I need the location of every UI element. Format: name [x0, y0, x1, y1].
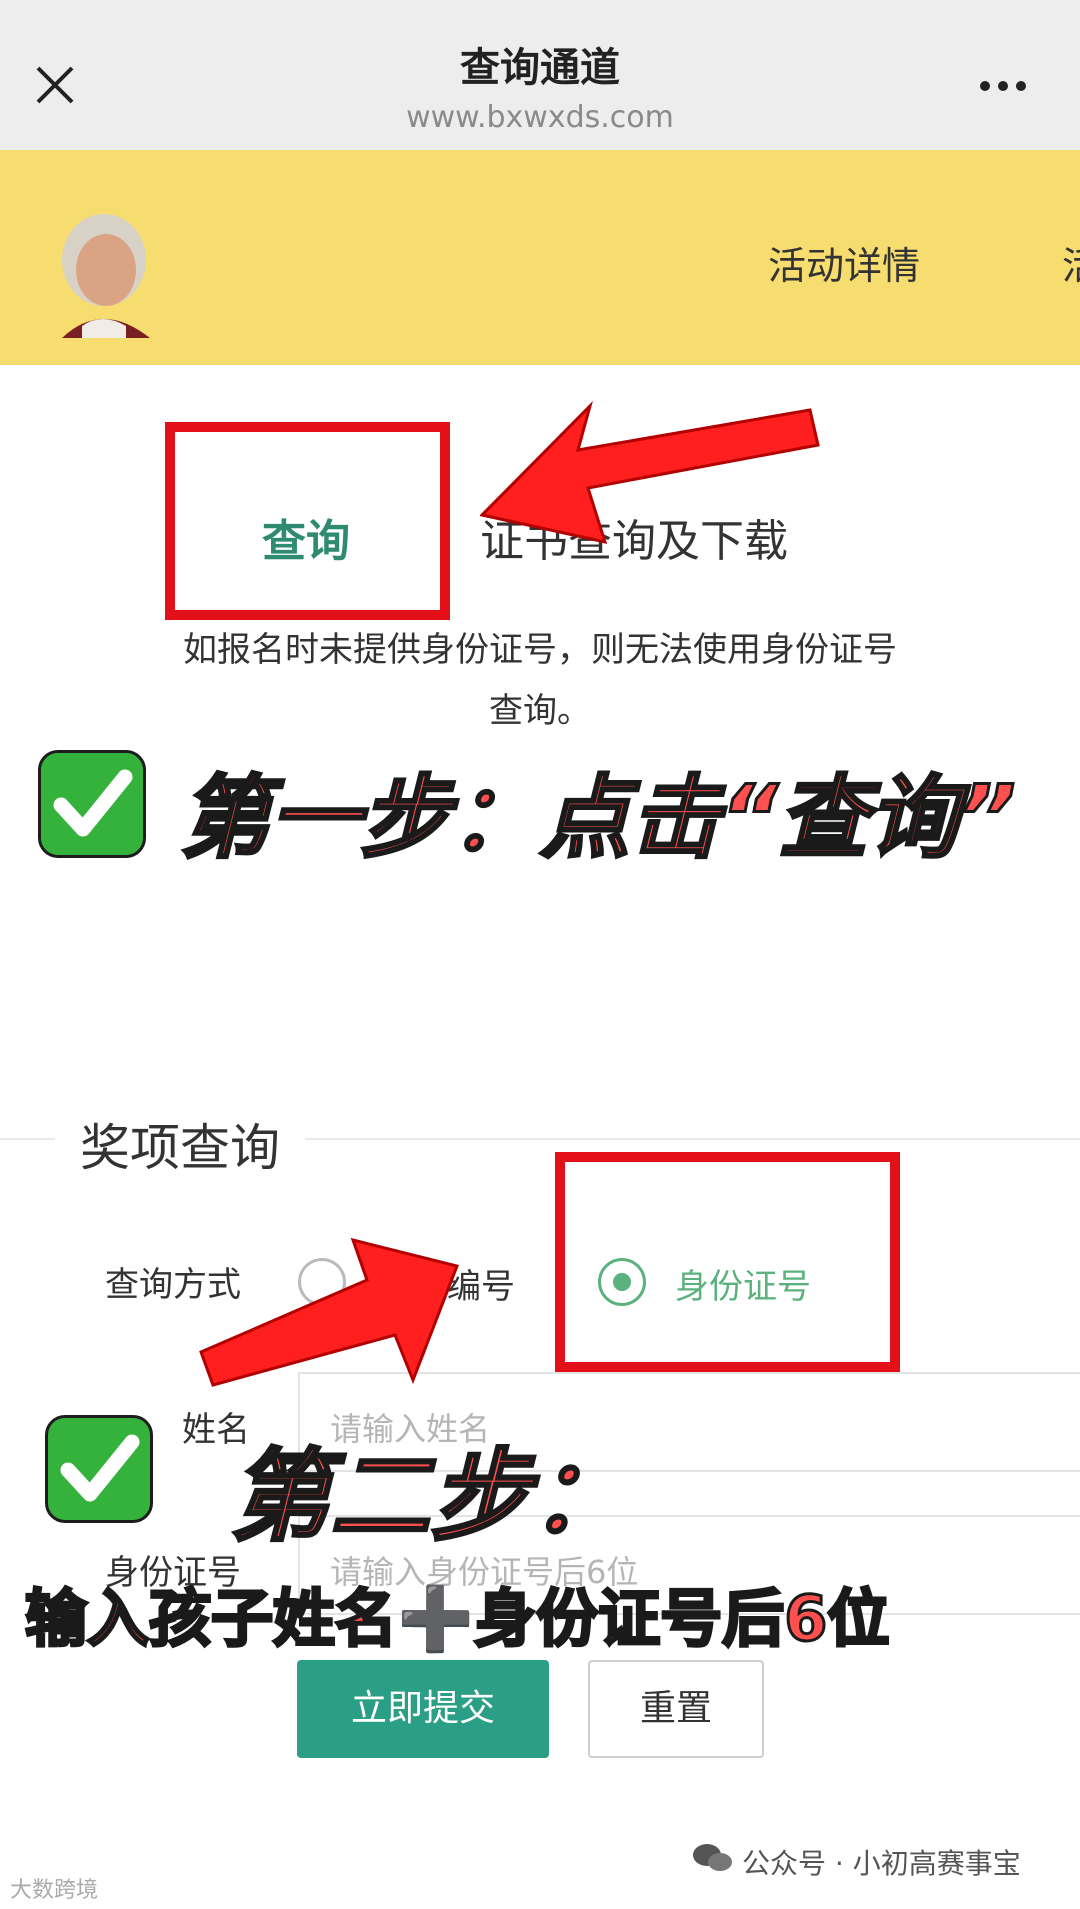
page-url: www.bxwxds.com [406, 100, 674, 135]
section-title: 奖项查询 [55, 1108, 305, 1180]
highlight-box-id-option [555, 1152, 900, 1372]
check-mark-icon [45, 1415, 153, 1523]
footer-source: 公众号 · 小初高赛事宝 [742, 1847, 1021, 1880]
step2-annotation: 第二步： [229, 1437, 632, 1557]
red-arrow-icon [195, 1230, 465, 1390]
highlight-box-query-tab [165, 422, 450, 620]
check-mark-icon [38, 750, 146, 858]
page-title: 查询通道 [460, 45, 620, 91]
nav-activity-details[interactable]: 活动详情 [768, 235, 920, 290]
watermark: 大数跨境 [10, 1878, 99, 1903]
step2-detail-annotation: 输入孩子姓名➕身份证号后6位 [23, 1581, 890, 1657]
nav-item-partial[interactable]: 活 [1062, 235, 1080, 290]
site-banner: 活动详情 活 [0, 150, 1080, 365]
notice-line-2: 查询。 [489, 691, 591, 731]
reset-button[interactable]: 重置 [588, 1660, 764, 1758]
red-arrow-icon [479, 400, 820, 550]
avatar [42, 208, 162, 338]
step1-annotation: 第一步：点击“查询” [179, 765, 1018, 873]
submit-button[interactable]: 立即提交 [297, 1660, 549, 1758]
more-options-icon[interactable] [978, 78, 1028, 92]
wechat-icon [692, 1842, 734, 1874]
notice-line-1: 如报名时未提供身份证号，则无法使用身份证号 [183, 630, 897, 670]
